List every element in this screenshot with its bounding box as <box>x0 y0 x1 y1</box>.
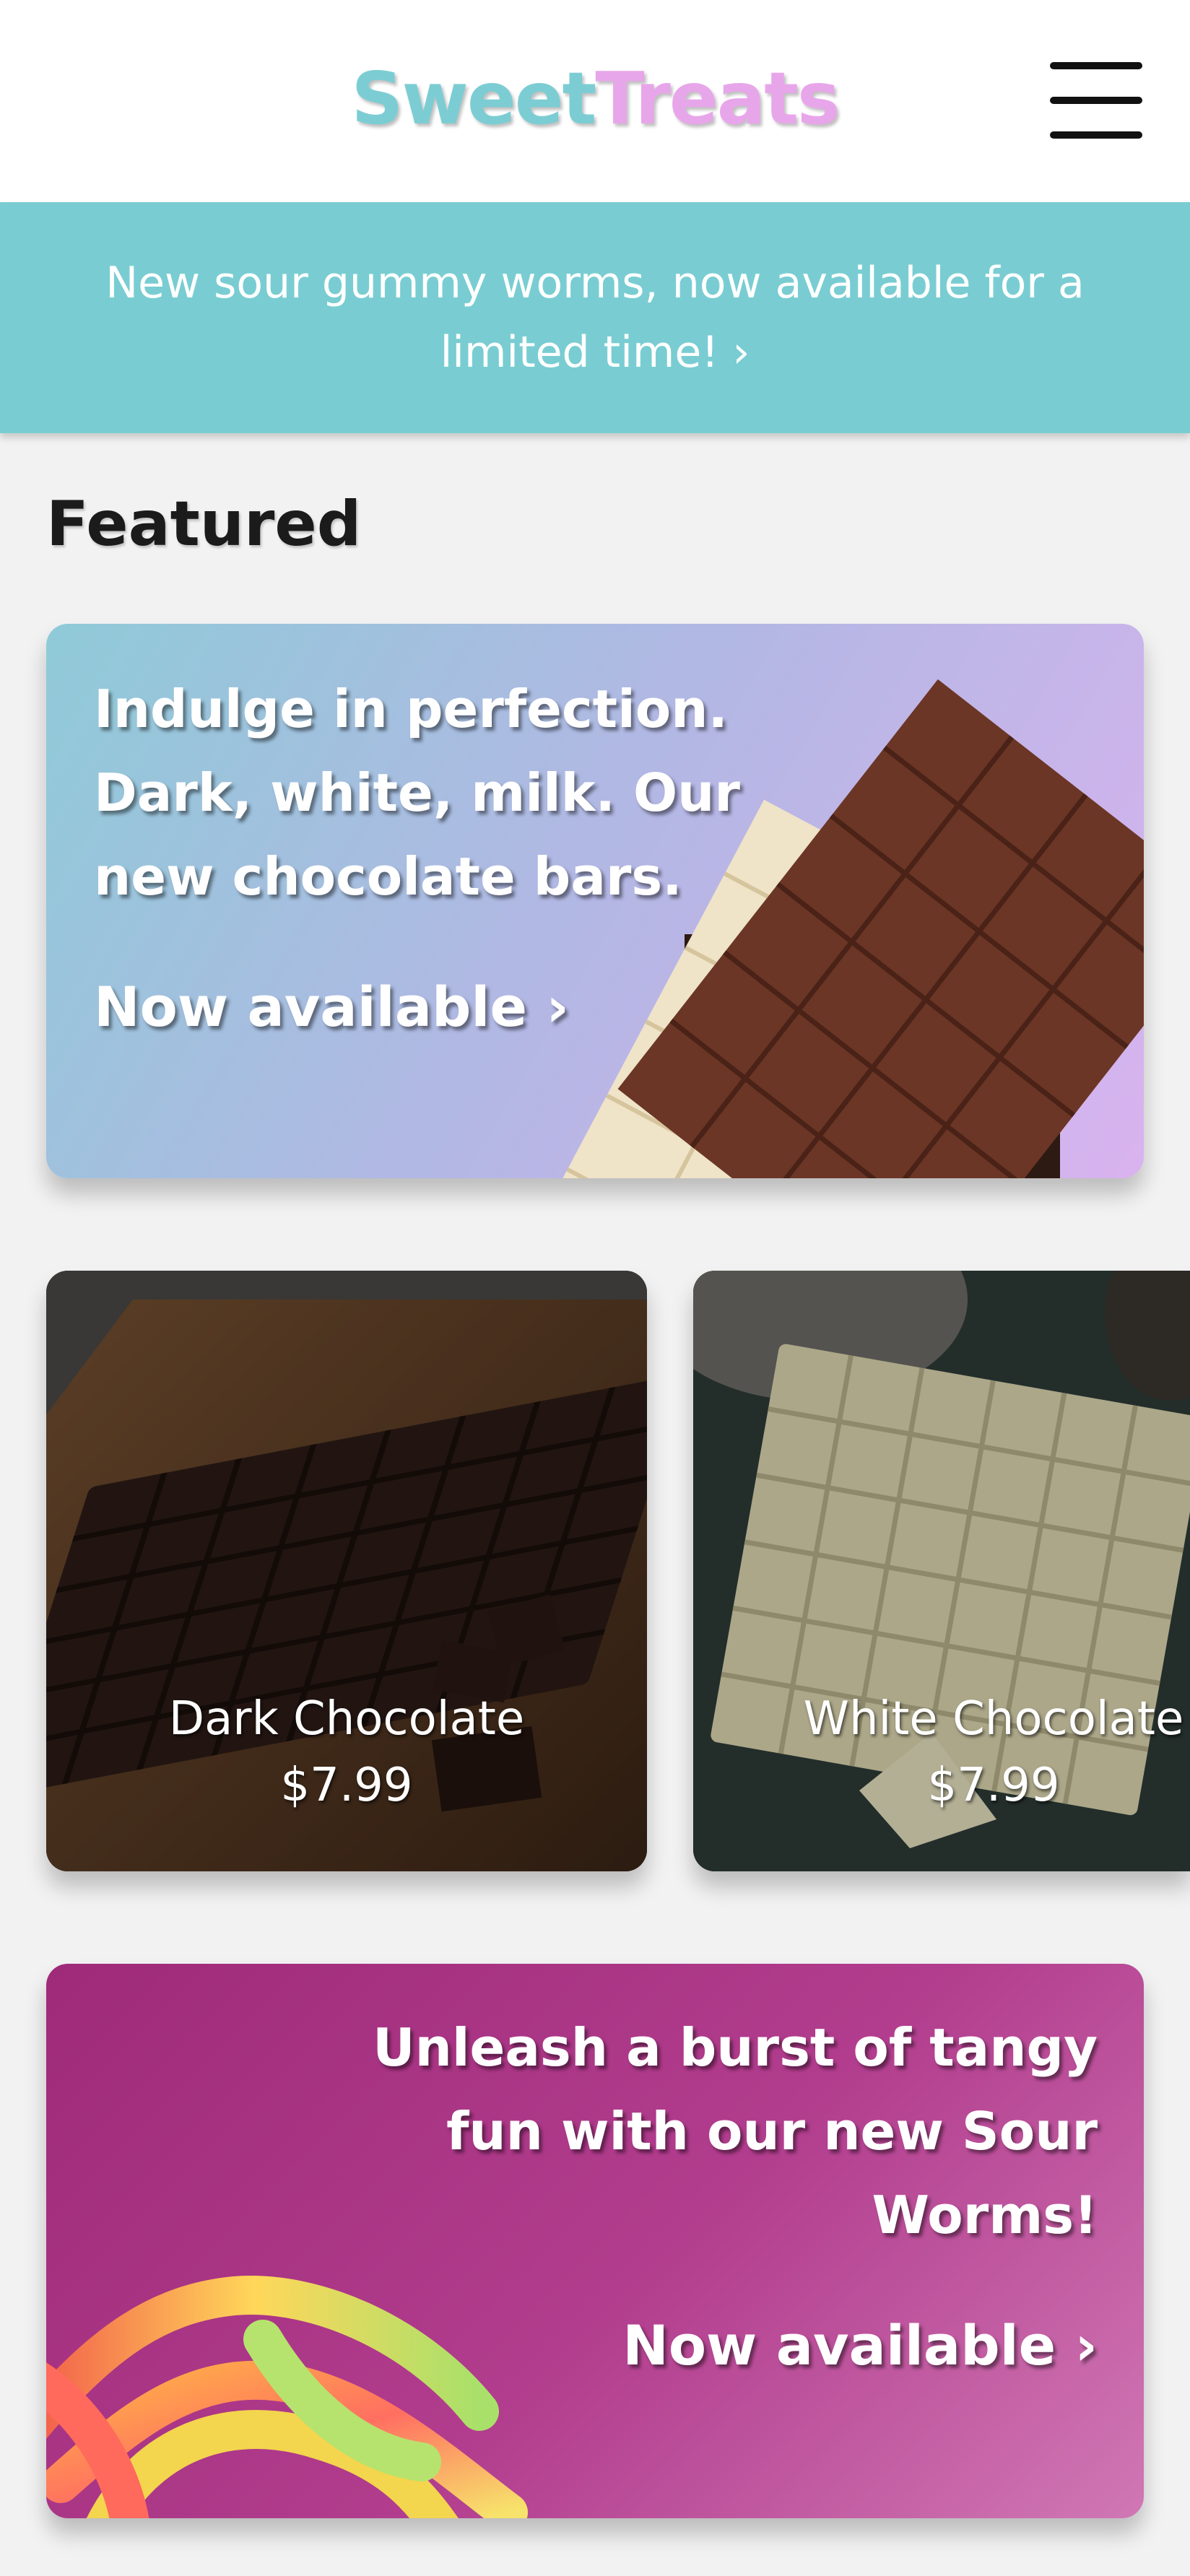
sour-worms-promo-card[interactable]: Unleash a burst of tangy fun with our ne… <box>46 1964 1144 2518</box>
announcement-banner[interactable]: New sour gummy worms, now available for … <box>0 202 1190 433</box>
product-price: $7.99 <box>280 1759 413 1812</box>
app-header: SweetTreats <box>0 0 1190 202</box>
chocolate-promo-cta[interactable]: Now available › <box>94 975 569 1039</box>
headline-line: Unleash a burst of tangy <box>373 2017 1098 2078</box>
sour-promo-headline: Unleash a burst of tangy fun with our ne… <box>373 2006 1098 2257</box>
product-card-white-chocolate[interactable]: White Chocolate $7.99 <box>693 1271 1190 1871</box>
headline-line: fun with our new Sour <box>446 2101 1098 2162</box>
logo-sweet: Sweet <box>351 56 596 141</box>
sour-promo-cta[interactable]: Now available › <box>622 2313 1098 2377</box>
hamburger-menu-icon[interactable] <box>1050 62 1142 139</box>
section-title-featured: Featured <box>46 488 362 560</box>
logo-treats: Treats <box>595 56 840 141</box>
headline-line: new chocolate bars. <box>94 846 682 907</box>
headline-line: Worms! <box>872 2185 1098 2245</box>
headline-line: Dark, white, milk. Our <box>94 762 740 823</box>
chocolate-promo-headline: Indulge in perfection. Dark, white, milk… <box>94 667 740 918</box>
product-card-dark-chocolate[interactable]: Dark Chocolate $7.99 <box>46 1271 647 1871</box>
product-name: Dark Chocolate <box>168 1692 525 1746</box>
product-name: White Chocolate <box>803 1692 1184 1746</box>
announcement-text: New sour gummy worms, now available for … <box>105 258 1085 378</box>
headline-line: Indulge in perfection. <box>94 679 728 739</box>
product-price: $7.99 <box>927 1759 1060 1812</box>
chocolate-promo-card[interactable]: Indulge in perfection. Dark, white, milk… <box>46 624 1144 1178</box>
logo[interactable]: SweetTreats <box>0 56 1190 141</box>
